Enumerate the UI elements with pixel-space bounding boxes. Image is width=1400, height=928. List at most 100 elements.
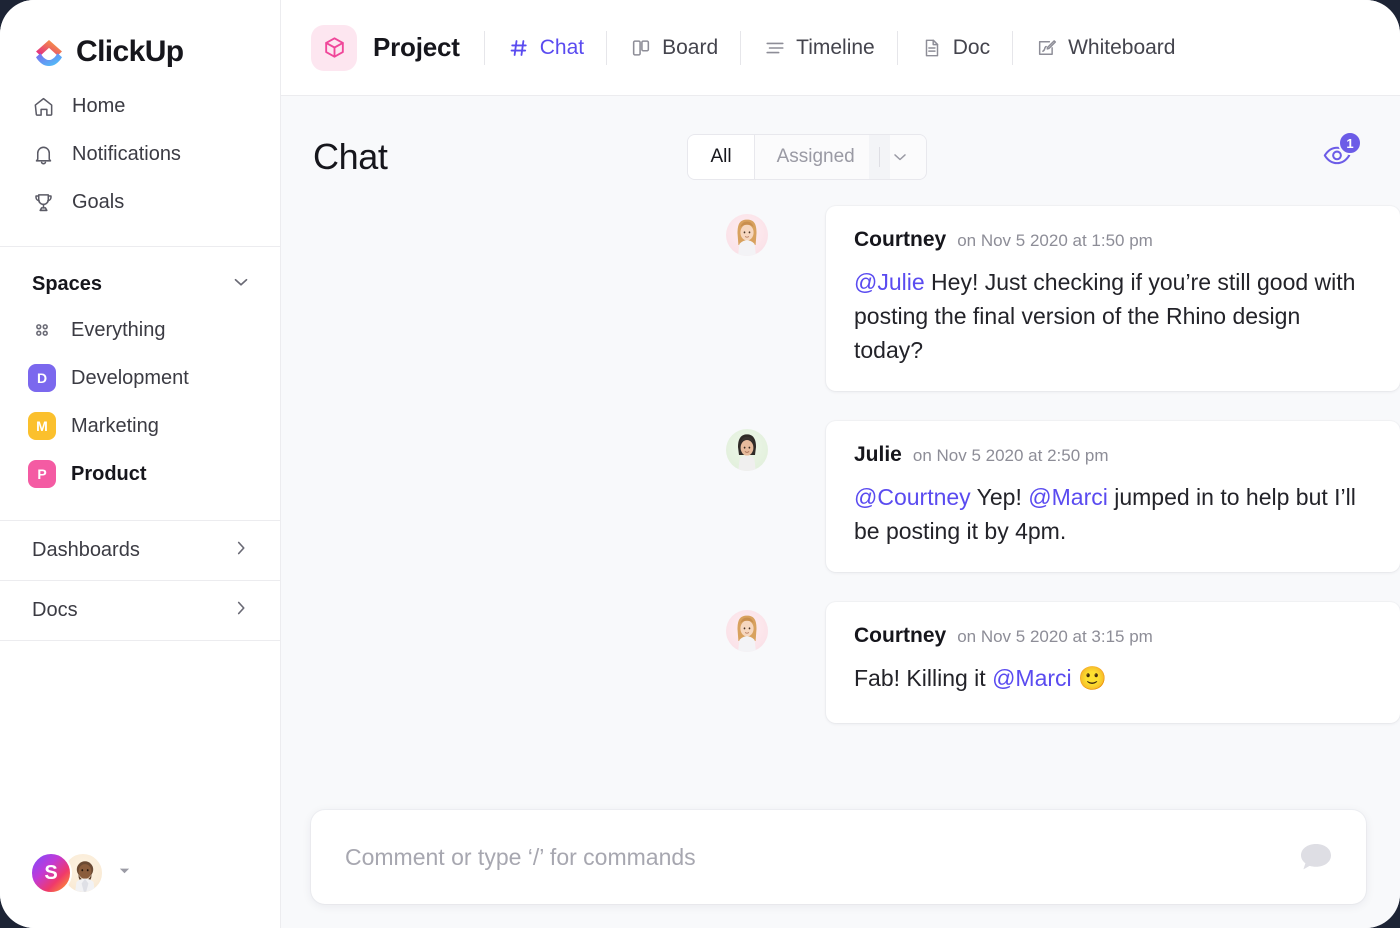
spaces-title: Spaces	[32, 273, 103, 295]
space-badge-product: P	[28, 460, 56, 488]
sidebar-item-label: Goals	[72, 190, 125, 213]
space-label: Development	[71, 366, 189, 389]
spaces-header[interactable]: Spaces	[0, 247, 280, 298]
tab-timeline[interactable]: Timeline	[741, 25, 897, 71]
composer-area	[281, 810, 1400, 928]
message-text: Yep!	[970, 484, 1029, 511]
message-timestamp: on Nov 5 2020 at 3:15 pm	[957, 627, 1153, 647]
grid-icon	[28, 316, 56, 344]
tab-label: Whiteboard	[1068, 35, 1176, 59]
list-item: Courtney on Nov 5 2020 at 1:50 pm @Julie…	[281, 206, 1400, 421]
chat-toolbar: Chat All Assigned 1	[281, 96, 1400, 188]
message-header: Courtney on Nov 5 2020 at 1:50 pm	[854, 228, 1372, 252]
sidebar-item-dashboards[interactable]: Dashboards	[0, 520, 280, 580]
watchers-button[interactable]: 1	[1314, 131, 1362, 177]
message-body: @Julie Hey! Just checking if you’re stil…	[854, 265, 1372, 367]
filter-all-button[interactable]: All	[688, 135, 754, 179]
message-body: Fab! Killing it @Marci 🙂	[854, 661, 1372, 695]
sidebar-item-label: Dashboards	[32, 539, 140, 561]
project-name: Project	[373, 32, 460, 62]
chevron-down-icon[interactable]	[889, 135, 926, 179]
tab-board[interactable]: Board	[607, 25, 740, 71]
message-author: Julie	[854, 443, 902, 467]
app-logo[interactable]: ClickUp	[0, 0, 280, 78]
trophy-icon	[30, 189, 56, 215]
message-text: Hey! Just checking if you’re still good …	[854, 269, 1356, 364]
sidebar-item-development[interactable]: D Development	[0, 354, 280, 402]
brand-name: ClickUp	[76, 35, 184, 68]
chat-filter-toggle: All Assigned	[687, 134, 927, 180]
filter-assigned-button[interactable]: Assigned	[753, 135, 869, 179]
comment-composer[interactable]	[311, 810, 1366, 904]
chat-view: Chat All Assigned 1 Courtney on Nov 5 20…	[281, 96, 1400, 928]
message-author: Courtney	[854, 624, 947, 648]
tab-label: Board	[662, 35, 719, 59]
message-bubble: Julie on Nov 5 2020 at 2:50 pm @Courtney…	[826, 421, 1400, 573]
message-bubble: Courtney on Nov 5 2020 at 1:50 pm @Julie…	[826, 206, 1400, 392]
sidebar: ClickUp Home Notifications Goals Spaces …	[0, 0, 281, 928]
message-body: @Courtney Yep! @Marci jumped in to help …	[854, 480, 1372, 548]
list-item: Julie on Nov 5 2020 at 2:50 pm @Courtney…	[281, 421, 1400, 602]
tab-label: Chat	[539, 35, 585, 59]
tab-doc[interactable]: Doc	[898, 25, 1012, 71]
chevron-right-icon	[230, 537, 252, 564]
mention-marci[interactable]: @Marci	[992, 665, 1072, 691]
cube-icon	[311, 24, 357, 71]
sidebar-item-docs[interactable]: Docs	[0, 580, 280, 640]
app-window: ClickUp Home Notifications Goals Spaces …	[0, 0, 1400, 928]
space-label: Everything	[71, 318, 166, 341]
sidebar-item-label: Home	[72, 94, 126, 117]
comment-input[interactable]	[345, 843, 1296, 871]
message-emoji: 🙂	[1071, 665, 1107, 692]
whiteboard-icon	[1035, 36, 1059, 60]
space-label: Product	[71, 462, 147, 485]
message-header: Courtney on Nov 5 2020 at 3:15 pm	[854, 624, 1372, 648]
tab-label: Doc	[952, 35, 991, 59]
board-icon	[629, 36, 653, 60]
view-tabs-bar: Project Chat Board Timeline Doc Whiteboa…	[281, 0, 1400, 96]
hash-icon	[507, 36, 531, 60]
mention-courtney[interactable]: @Courtney	[854, 484, 971, 510]
message-timestamp: on Nov 5 2020 at 2:50 pm	[912, 446, 1109, 466]
main-area: Project Chat Board Timeline Doc Whiteboa…	[281, 0, 1400, 928]
sidebar-item-everything[interactable]: Everything	[0, 306, 280, 354]
message-author: Courtney	[854, 228, 947, 251]
space-badge-development: D	[28, 364, 56, 392]
primary-nav: Home Notifications Goals	[0, 78, 280, 226]
comment-bubble-icon[interactable]	[1296, 837, 1336, 877]
page-title: Chat	[313, 136, 388, 177]
user-avatars[interactable]: S	[0, 852, 280, 928]
mention-marci[interactable]: @Marci	[1028, 484, 1108, 510]
status-badge: 1	[1338, 131, 1362, 155]
spaces-list: Everything D Development M Marketing P P…	[0, 298, 280, 498]
message-bubble: Courtney on Nov 5 2020 at 3:15 pm Fab! K…	[826, 602, 1400, 724]
sidebar-item-notifications[interactable]: Notifications	[0, 130, 280, 178]
message-text: Fab! Killing it	[854, 665, 993, 692]
sidebar-item-label: Notifications	[72, 142, 181, 165]
chevron-down-icon[interactable]	[230, 271, 252, 298]
avatar[interactable]	[726, 610, 768, 653]
avatar[interactable]	[726, 214, 768, 256]
sidebar-item-marketing[interactable]: M Marketing	[0, 402, 280, 450]
sidebar-item-home[interactable]: Home	[0, 82, 280, 130]
home-icon	[30, 93, 56, 119]
sidebar-item-label: Docs	[32, 599, 78, 621]
chevron-right-icon	[230, 597, 252, 624]
tab-chat[interactable]: Chat	[485, 25, 606, 71]
bell-icon	[30, 141, 56, 167]
clickup-logo-icon	[32, 35, 66, 69]
message-list: Courtney on Nov 5 2020 at 1:50 pm @Julie…	[281, 188, 1400, 810]
message-header: Julie on Nov 5 2020 at 2:50 pm	[854, 443, 1372, 467]
list-item: Courtney on Nov 5 2020 at 3:15 pm Fab! K…	[281, 602, 1400, 753]
tab-whiteboard[interactable]: Whiteboard	[1013, 25, 1197, 71]
sidebar-item-goals[interactable]: Goals	[0, 178, 280, 226]
avatar[interactable]: S	[30, 852, 72, 894]
space-badge-marketing: M	[28, 412, 56, 440]
doc-icon	[920, 36, 944, 60]
sidebar-item-product[interactable]: P Product	[0, 450, 280, 498]
mention-julie[interactable]: @Julie	[854, 269, 925, 295]
tab-label: Timeline	[796, 35, 875, 59]
caret-down-icon[interactable]	[118, 864, 131, 882]
avatar[interactable]	[726, 429, 768, 472]
space-label: Marketing	[71, 414, 159, 437]
